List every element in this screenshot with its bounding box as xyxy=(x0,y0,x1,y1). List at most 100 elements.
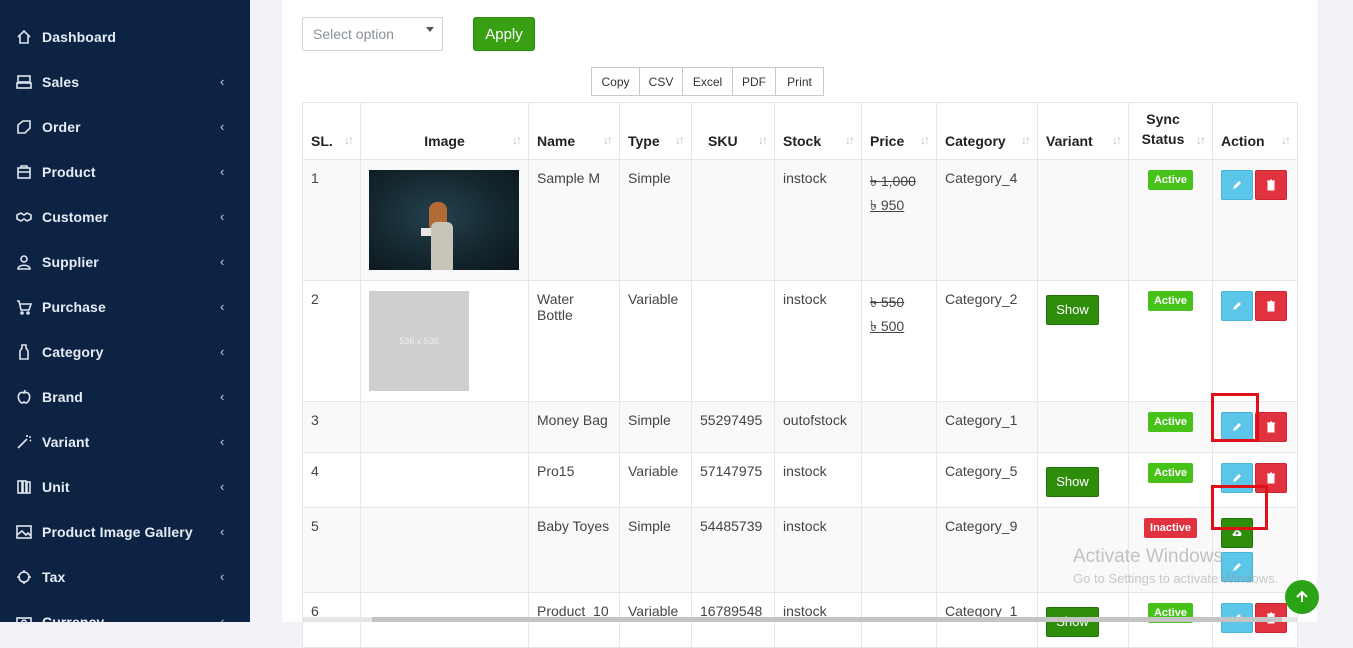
delete-button[interactable] xyxy=(1255,412,1287,442)
col-header-image[interactable]: Image ↓↑ xyxy=(360,102,529,160)
cell-type: Simple xyxy=(619,159,692,281)
status-badge: Active xyxy=(1147,170,1194,190)
col-header-variant[interactable]: Variant ↓↑ xyxy=(1037,102,1129,160)
col-header-stock[interactable]: Stock ↓↑ xyxy=(774,102,862,160)
delete-button[interactable] xyxy=(1255,170,1287,200)
sidebar-item-label: Currency xyxy=(42,613,105,623)
sidebar-item-unit[interactable]: Unit ‹ xyxy=(0,464,250,509)
sidebar-item-label: Customer xyxy=(42,208,109,225)
col-header-type[interactable]: Type ↓↑ xyxy=(619,102,692,160)
cell-variant xyxy=(1037,401,1129,453)
sidebar-item-order[interactable]: Order ‹ xyxy=(0,104,250,149)
cell-type: Simple xyxy=(619,401,692,453)
sidebar-item-variant[interactable]: Variant ‹ xyxy=(0,419,250,464)
header-label: Name xyxy=(537,133,576,149)
table-row: 2 536 x 536 Water Bottle Variable instoc… xyxy=(302,280,1298,402)
edit-button[interactable] xyxy=(1221,291,1253,321)
sidebar-item-sales[interactable]: Sales ‹ xyxy=(0,59,250,104)
sort-icon: ↓↑ xyxy=(1281,133,1291,147)
chevron-left-icon: ‹ xyxy=(220,614,225,622)
chevron-left-icon: ‹ xyxy=(220,119,225,134)
col-header-category[interactable]: Category ↓↑ xyxy=(936,102,1038,160)
cell-sl: 3 xyxy=(302,401,361,453)
col-header-action[interactable]: Action ↓↑ xyxy=(1212,102,1298,160)
edit-button[interactable] xyxy=(1221,170,1253,200)
sidebar-item-label: Brand xyxy=(42,388,83,405)
col-header-name[interactable]: Name ↓↑ xyxy=(528,102,620,160)
price-old: ৳ 1,000 xyxy=(870,173,916,189)
cell-category: Category_9 xyxy=(936,507,1038,593)
cell-name: Baby Toyes xyxy=(528,507,620,593)
sort-icon: ↓↑ xyxy=(920,133,930,147)
cell-price: ৳ 1,000 ৳ 950 xyxy=(861,159,937,281)
sort-icon: ↓↑ xyxy=(344,133,354,147)
sort-icon: ↓↑ xyxy=(845,133,855,147)
csv-button[interactable]: CSV xyxy=(639,67,683,96)
sidebar-item-label: Product Image Gallery xyxy=(42,523,193,540)
scrollbar-thumb[interactable] xyxy=(372,617,1282,622)
select-placeholder: Select option xyxy=(313,26,394,42)
sidebar-item-product-image-gallery[interactable]: Product Image Gallery ‹ xyxy=(0,509,250,554)
col-header-sync-status[interactable]: Sync Status ↓↑ xyxy=(1128,102,1213,160)
cell-image xyxy=(360,401,529,453)
sidebar-item-dashboard[interactable]: Dashboard xyxy=(0,14,250,59)
excel-button[interactable]: Excel xyxy=(682,67,733,96)
bulk-action-select[interactable]: Select option xyxy=(302,17,443,51)
copy-button[interactable]: Copy xyxy=(591,67,640,96)
delete-button[interactable] xyxy=(1255,291,1287,321)
cell-action xyxy=(1212,159,1298,281)
chevron-left-icon: ‹ xyxy=(220,434,225,449)
cell-image: 536 x 536 xyxy=(360,280,529,402)
cell-variant xyxy=(1037,159,1129,281)
handshake-icon xyxy=(16,209,32,225)
caret-down-icon xyxy=(426,27,434,32)
cell-name: Money Bag xyxy=(528,401,620,453)
cell-type: Simple xyxy=(619,507,692,593)
apply-button[interactable]: Apply xyxy=(473,17,535,51)
sidebar-item-customer[interactable]: Customer ‹ xyxy=(0,194,250,239)
sidebar-item-brand[interactable]: Brand ‹ xyxy=(0,374,250,419)
cell-variant: Show xyxy=(1037,452,1129,508)
header-label: SL. xyxy=(311,133,333,149)
cell-sku: 57147975 xyxy=(691,452,775,508)
table-row: 1 Sample M Simple instock ৳ 1,000 ৳ 950 … xyxy=(302,159,1298,281)
chevron-left-icon: ‹ xyxy=(220,299,225,314)
sidebar-item-label: Dashboard xyxy=(42,28,117,45)
horizontal-scrollbar[interactable] xyxy=(302,617,1297,622)
chevron-left-icon: ‹ xyxy=(220,164,225,179)
product-image-placeholder[interactable]: 536 x 536 xyxy=(369,291,469,391)
variant-show-button[interactable]: Show xyxy=(1046,467,1099,497)
product-image[interactable] xyxy=(369,170,519,270)
cell-category: Category_1 xyxy=(936,401,1038,453)
activate-windows-subtitle: Go to Settings to activate Windows. xyxy=(1073,571,1279,586)
col-header-sl[interactable]: SL. ↓↑ xyxy=(302,102,361,160)
header-label: Stock xyxy=(783,133,822,149)
col-header-price[interactable]: Price ↓↑ xyxy=(861,102,937,160)
chevron-left-icon: ‹ xyxy=(220,479,225,494)
sidebar-item-currency[interactable]: Currency ‹ xyxy=(0,599,250,622)
cell-sl: 5 xyxy=(302,507,361,593)
variant-show-button[interactable]: Show xyxy=(1046,607,1099,637)
header-label: Sync Status xyxy=(1141,111,1185,147)
pdf-button[interactable]: PDF xyxy=(732,67,776,96)
sidebar-item-supplier[interactable]: Supplier ‹ xyxy=(0,239,250,284)
header-label: Action xyxy=(1221,133,1265,149)
cell-sync: Active xyxy=(1128,401,1213,453)
header-label: Image xyxy=(424,133,465,149)
scroll-to-top-button[interactable] xyxy=(1285,580,1319,614)
print-button[interactable]: Print xyxy=(775,67,824,96)
magic-wand-icon xyxy=(16,434,32,450)
sidebar-item-tax[interactable]: Tax ‹ xyxy=(0,554,250,599)
sidebar-item-label: Purchase xyxy=(42,298,106,315)
sidebar-item-product[interactable]: Product ‹ xyxy=(0,149,250,194)
variant-show-button[interactable]: Show xyxy=(1046,295,1099,325)
chevron-left-icon: ‹ xyxy=(220,389,225,404)
sidebar-item-category[interactable]: Category ‹ xyxy=(0,329,250,374)
highlight-box-sync xyxy=(1211,485,1268,530)
status-badge: Inactive xyxy=(1144,518,1197,538)
sidebar-item-purchase[interactable]: Purchase ‹ xyxy=(0,284,250,329)
sidebar-item-label: Product xyxy=(42,163,96,180)
chevron-left-icon: ‹ xyxy=(220,254,225,269)
chevron-left-icon: ‹ xyxy=(220,524,225,539)
col-header-sku[interactable]: SKU ↓↑ xyxy=(691,102,775,160)
